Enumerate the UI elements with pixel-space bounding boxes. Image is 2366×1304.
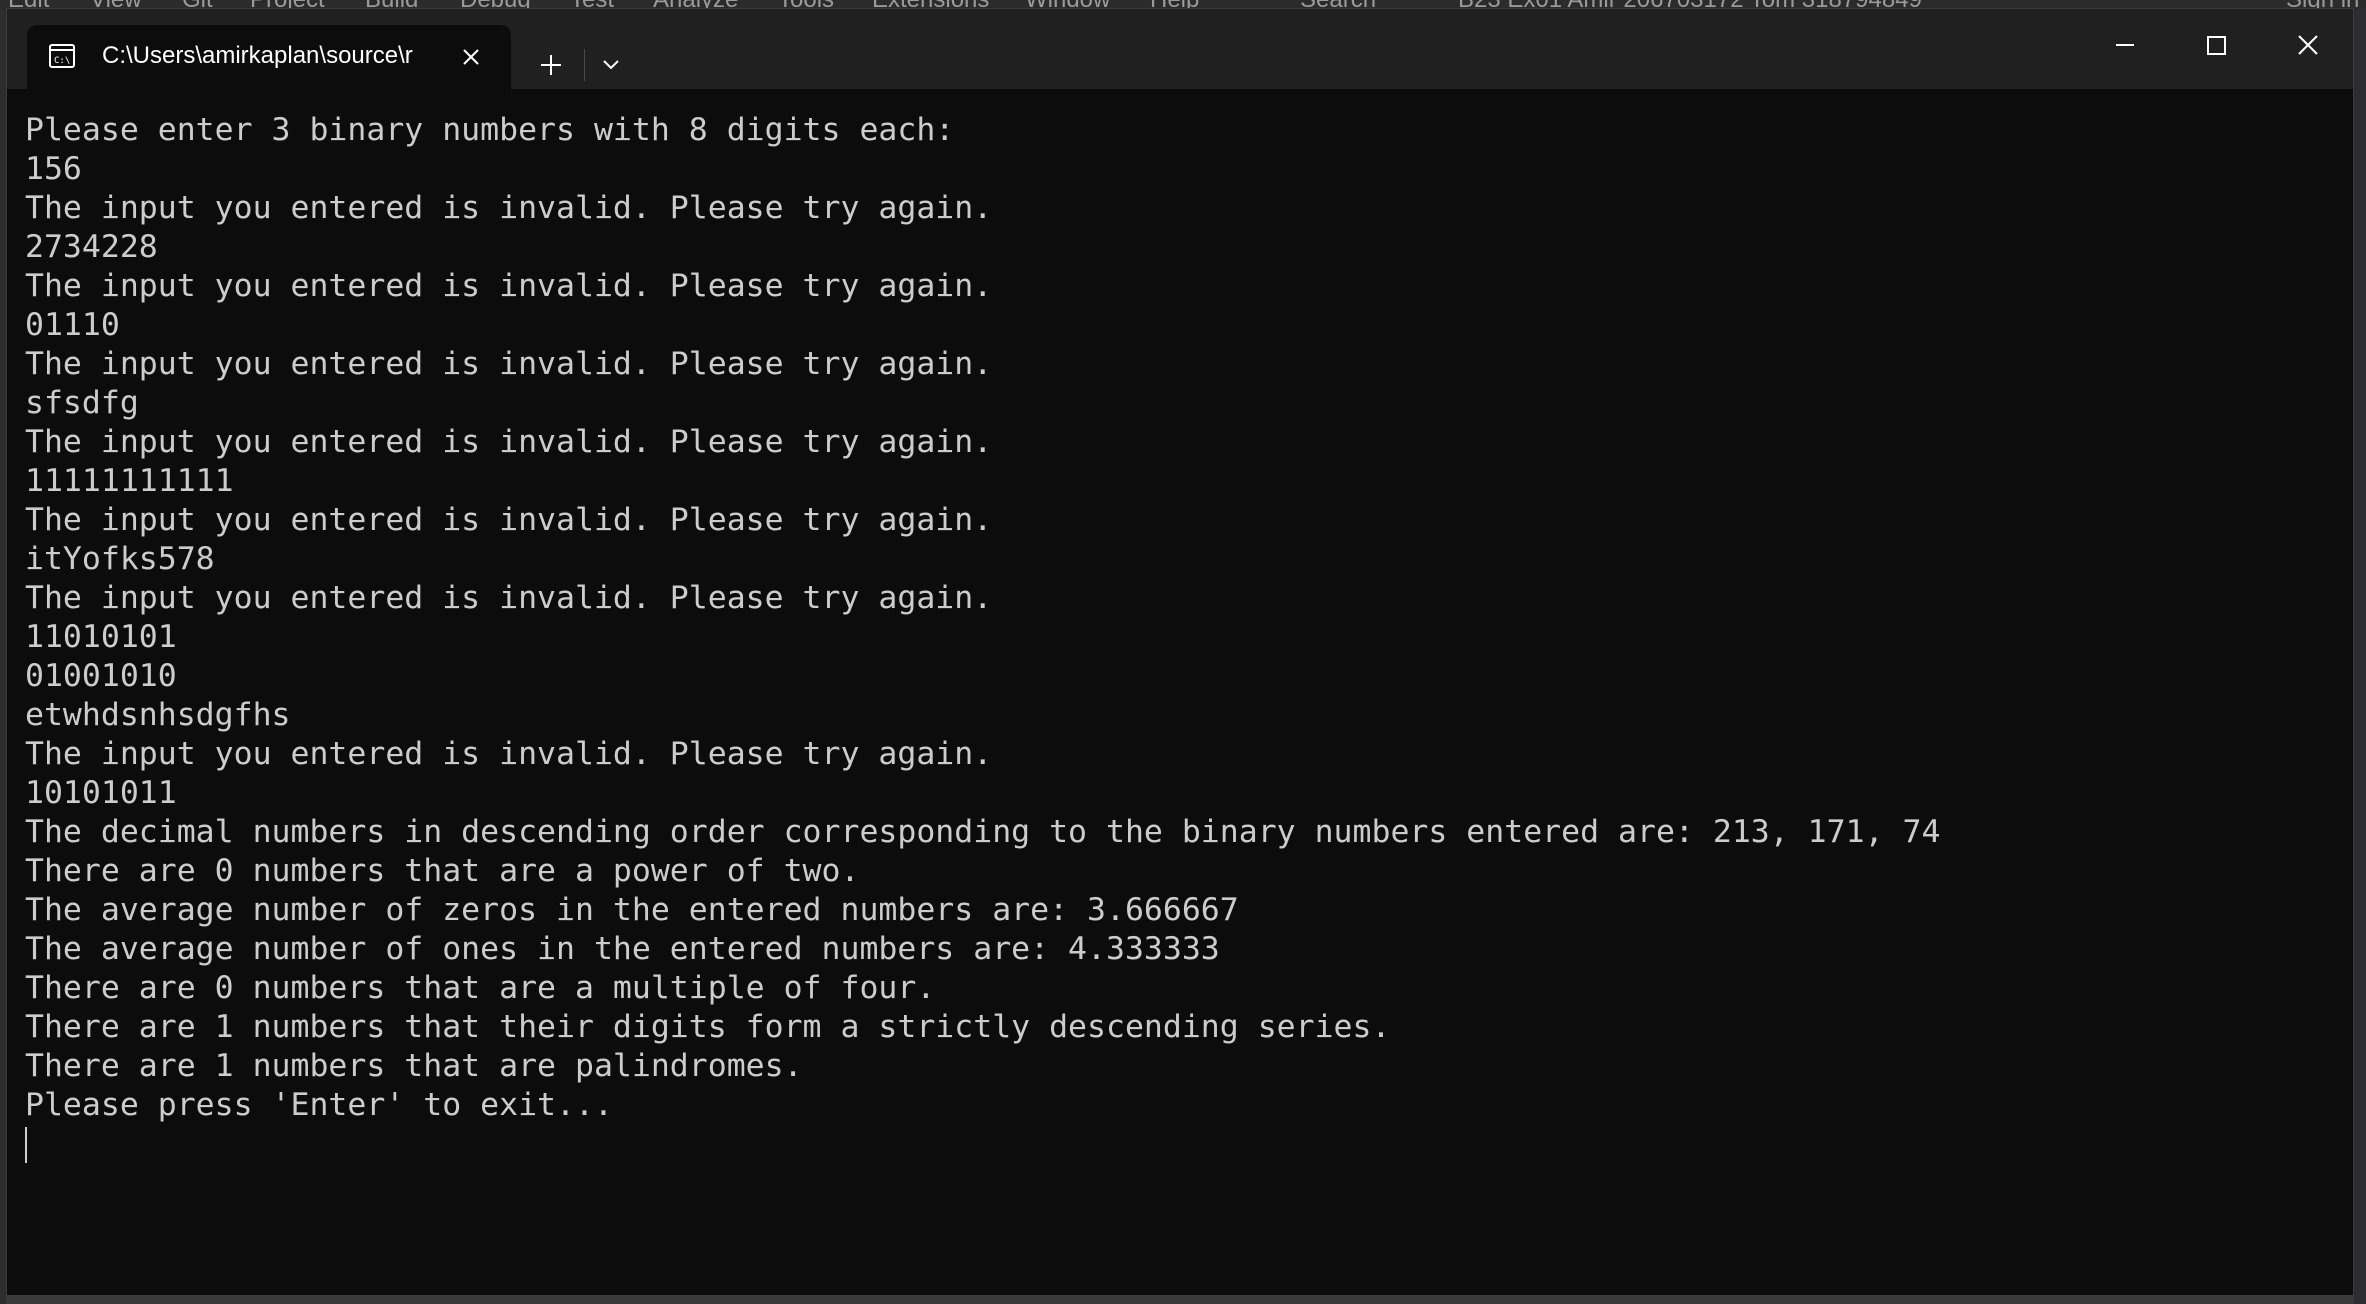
bg-menu-analyze: Analyze xyxy=(653,0,738,8)
bg-solution-title: B23 Ex01 Amir 206703172 Tom 318794849 xyxy=(1458,0,1922,8)
console-line: The input you entered is invalid. Please… xyxy=(25,424,993,460)
console-line: Please enter 3 binary numbers with 8 dig… xyxy=(25,112,955,148)
console-line: sfsdfg xyxy=(25,385,139,421)
tab-active[interactable]: C:\ C:\Users\amirkaplan\source\r xyxy=(27,25,511,89)
title-bar[interactable]: C:\ C:\Users\amirkaplan\source\r xyxy=(7,9,2353,89)
console-line: There are 1 numbers that their digits fo… xyxy=(25,1009,1391,1045)
background-ide-menubar: Edit View Git Project Build Debug Test A… xyxy=(0,0,2366,8)
console-line: etwhdsnhsdgfhs xyxy=(25,697,291,733)
terminal-window: C:\ C:\Users\amirkaplan\source\r Please … xyxy=(6,8,2354,1296)
bg-menu-view: View xyxy=(90,0,142,8)
console-line: The input you entered is invalid. Please… xyxy=(25,580,993,616)
console-line: The decimal numbers in descending order … xyxy=(25,814,1941,850)
svg-text:C:\: C:\ xyxy=(54,56,70,66)
bg-menu-tools: Tools xyxy=(778,0,834,8)
console-line: Please press 'Enter' to exit... xyxy=(25,1087,613,1123)
terminal-icon: C:\ xyxy=(49,44,75,68)
background-ide-right-edge xyxy=(2354,8,2366,1304)
bg-menu-test: Test xyxy=(570,0,614,8)
console-line: 10101011 xyxy=(25,775,177,811)
console-line: The input you entered is invalid. Please… xyxy=(25,346,993,382)
console-line: 11010101 xyxy=(25,619,177,655)
bg-menu-debug: Debug xyxy=(460,0,531,8)
terminal-output-area[interactable]: Please enter 3 binary numbers with 8 dig… xyxy=(7,89,2353,1295)
console-line: There are 0 numbers that are a multiple … xyxy=(25,970,936,1006)
console-line: The input you entered is invalid. Please… xyxy=(25,268,993,304)
console-line: There are 0 numbers that are a power of … xyxy=(25,853,860,889)
maximize-icon[interactable] xyxy=(2196,25,2236,65)
bg-sign-in: Sign in xyxy=(2286,0,2359,8)
bg-menu-window: Window xyxy=(1025,0,1110,8)
console-line: 01110 xyxy=(25,307,120,343)
console-line: 11111111111 xyxy=(25,463,234,499)
console-line: 2734228 xyxy=(25,229,158,265)
chevron-down-icon[interactable] xyxy=(591,45,631,85)
plus-icon[interactable] xyxy=(531,45,571,85)
console-line: itYofks578 xyxy=(25,541,215,577)
bg-menu-edit: Edit xyxy=(8,0,49,8)
console-line: The input you entered is invalid. Please… xyxy=(25,736,993,772)
bg-menu-extensions: Extensions xyxy=(872,0,989,8)
minimize-icon[interactable] xyxy=(2105,25,2145,65)
tab-title: C:\Users\amirkaplan\source\r xyxy=(102,42,413,69)
console-line: 01001010 xyxy=(25,658,177,694)
console-line: The input you entered is invalid. Please… xyxy=(25,502,993,538)
close-icon[interactable] xyxy=(459,45,483,69)
console-line: The average number of zeros in the enter… xyxy=(25,892,1239,928)
text-cursor xyxy=(25,1127,27,1163)
bg-search: Search xyxy=(1300,0,1376,8)
console-output: Please enter 3 binary numbers with 8 dig… xyxy=(25,111,1940,1163)
bg-menu-build: Build xyxy=(365,0,418,8)
tab-separator xyxy=(584,49,585,81)
console-line: 156 xyxy=(25,151,82,187)
console-line: The average number of ones in the entere… xyxy=(25,931,1220,967)
bg-menu-project: Project xyxy=(250,0,325,8)
close-icon[interactable] xyxy=(2288,25,2328,65)
console-line: There are 1 numbers that are palindromes… xyxy=(25,1048,803,1084)
bg-menu-git: Git xyxy=(182,0,213,8)
console-line: The input you entered is invalid. Please… xyxy=(25,190,993,226)
bg-menu-help: Help xyxy=(1150,0,1199,8)
